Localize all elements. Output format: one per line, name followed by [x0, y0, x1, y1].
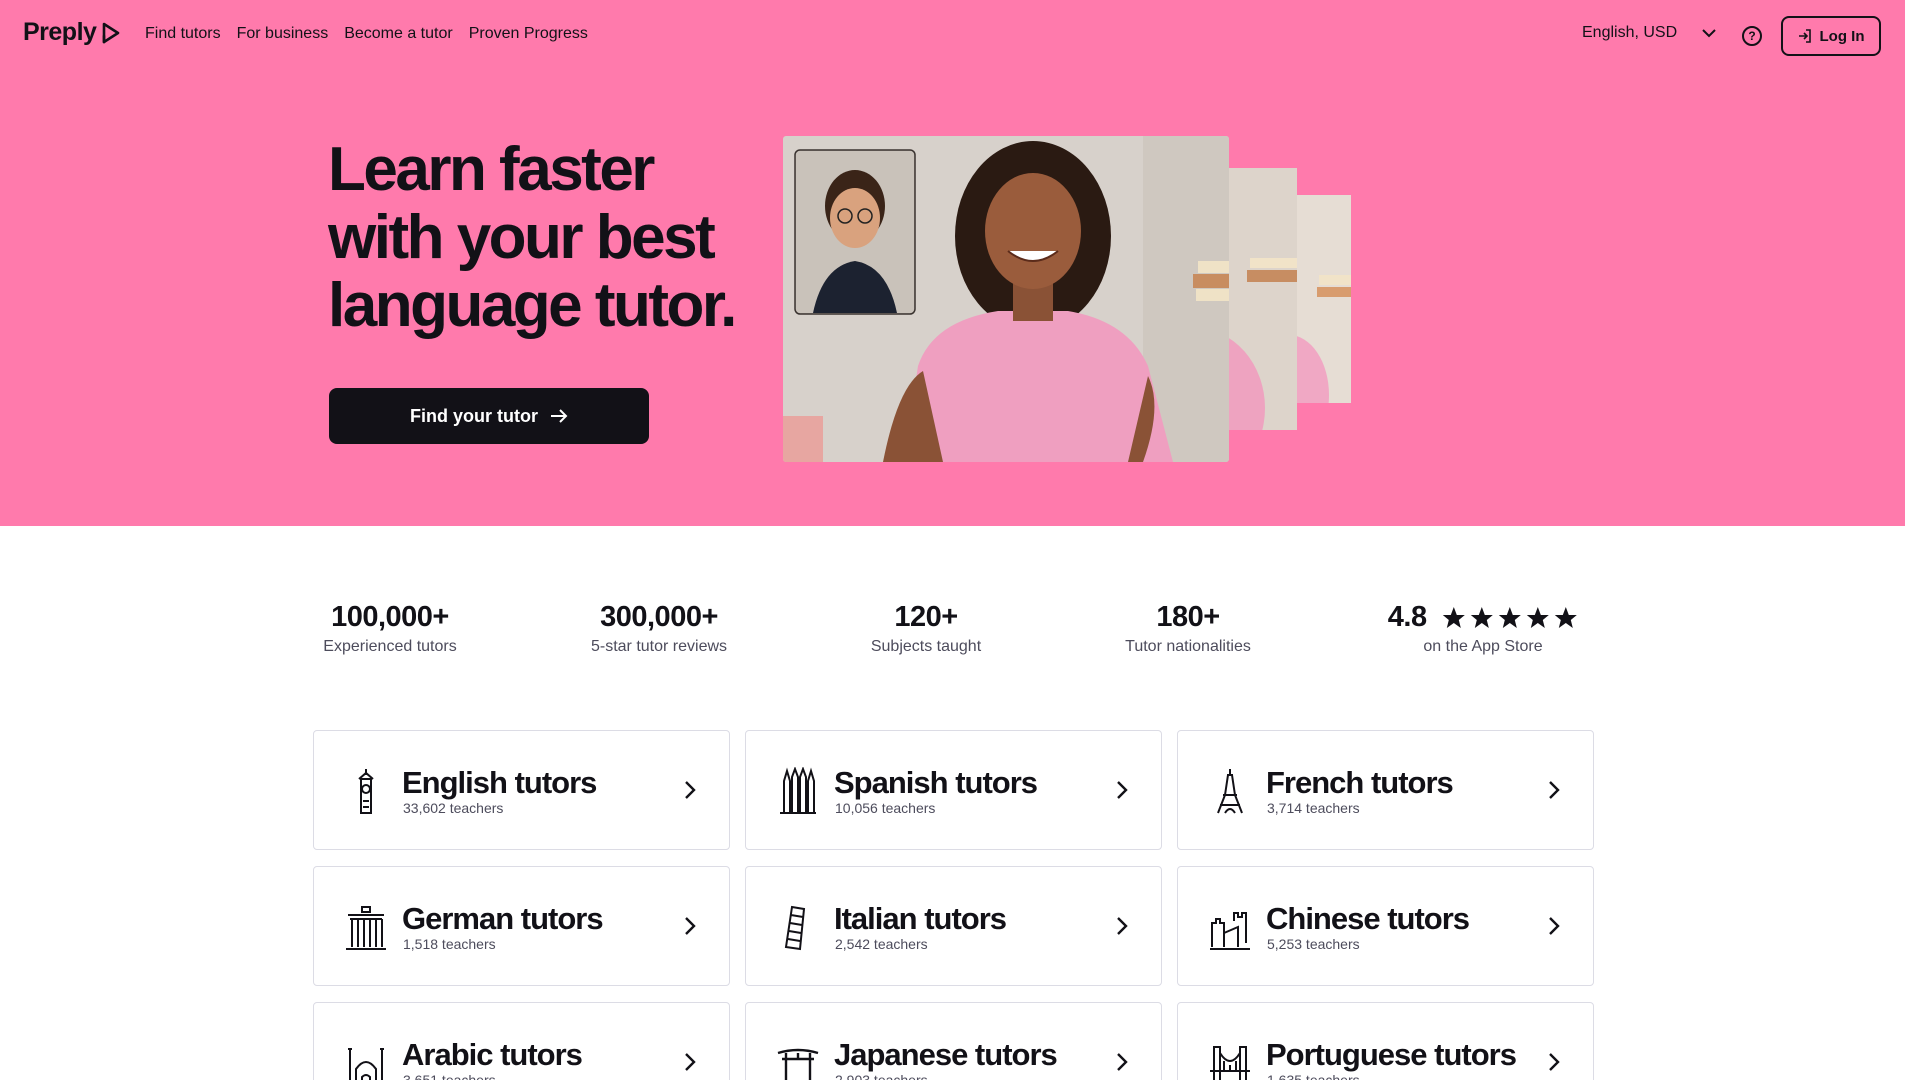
brandenburg-gate-icon [346, 906, 386, 950]
stat-label: Experienced tutors [323, 638, 457, 655]
find-your-tutor-button[interactable]: Find your tutor [329, 388, 649, 444]
card-count: 5,253 teachers [1267, 936, 1360, 952]
nav-find-tutors[interactable]: Find tutors [145, 25, 221, 43]
arrow-right-icon [550, 409, 568, 423]
login-label: Log In [1819, 27, 1865, 45]
chevron-right-icon [1549, 781, 1560, 799]
card-title: German tutors [402, 901, 604, 936]
cta-label: Find your tutor [410, 405, 538, 426]
hero-section: Preply Find tutors For business Become a… [0, 0, 1905, 526]
hero-headline: Learn faster with your best language tut… [328, 135, 737, 340]
star-icon [1527, 607, 1550, 629]
card-title: Arabic tutors [402, 1037, 583, 1072]
chevron-right-icon [685, 781, 696, 799]
card-count: 2,903 teachers [835, 1072, 928, 1080]
stat-label: Tutor nationalities [1125, 638, 1251, 655]
card-count: 1,635 teachers [1267, 1072, 1360, 1080]
stat-subjects: 120+ Subjects taught [871, 598, 981, 658]
stat-label: Subjects taught [870, 638, 982, 655]
card-english-tutors[interactable]: English tutors 33,602 teachers [313, 730, 730, 850]
stat-value: 300,000+ [600, 601, 718, 633]
stat-value: 100,000+ [331, 601, 449, 633]
big-ben-icon [358, 769, 374, 814]
top-nav: Preply Find tutors For business Become a… [0, 0, 1905, 72]
stat-value: 120+ [894, 601, 958, 633]
stat-reviews: 300,000+ 5-star tutor reviews [591, 598, 727, 658]
nav-proven-progress[interactable]: Proven Progress [469, 25, 588, 43]
card-japanese-tutors[interactable]: Japanese tutors 2,903 teachers [745, 1002, 1162, 1080]
great-wall-icon [1210, 912, 1250, 950]
rating-stars [1442, 606, 1578, 630]
star-icon [1555, 607, 1578, 629]
nav-for-business[interactable]: For business [237, 25, 329, 43]
card-count: 2,542 teachers [835, 936, 928, 952]
card-title: Chinese tutors [1266, 901, 1470, 936]
card-title: Italian tutors [834, 901, 1007, 936]
card-french-tutors[interactable]: French tutors 3,714 teachers [1177, 730, 1594, 850]
card-count: 10,056 teachers [835, 800, 936, 816]
card-title: French tutors [1266, 765, 1454, 800]
sagrada-familia-icon [780, 767, 816, 814]
eiffel-tower-icon [1217, 769, 1243, 814]
tutor-video-call-image [783, 136, 1229, 462]
login-button[interactable]: Log In [1781, 16, 1881, 56]
stat-tutors: 100,000+ Experienced tutors [323, 598, 456, 658]
login-arrow-icon [1798, 29, 1811, 43]
leaning-tower-icon [784, 905, 806, 951]
chevron-right-icon [685, 1053, 696, 1071]
mosque-icon [348, 1048, 384, 1080]
card-title: English tutors [402, 765, 597, 800]
card-spanish-tutors[interactable]: Spanish tutors 10,056 teachers [745, 730, 1162, 850]
chevron-down-icon [1702, 29, 1716, 38]
star-icon [1499, 607, 1522, 629]
chevron-right-icon [685, 917, 696, 935]
nav-links: Find tutors For business Become a tutor … [145, 25, 588, 43]
card-chinese-tutors[interactable]: Chinese tutors 5,253 teachers [1177, 866, 1594, 986]
star-icon [1443, 607, 1466, 629]
stat-label: on the App Store [1423, 638, 1543, 655]
nav-become-tutor[interactable]: Become a tutor [344, 25, 453, 43]
card-count: 33,602 teachers [403, 800, 504, 816]
chevron-right-icon [1117, 781, 1128, 799]
card-arabic-tutors[interactable]: Arabic tutors 3,651 teachers [313, 1002, 730, 1080]
stat-value: 180+ [1156, 601, 1220, 633]
bridge-icon [1210, 1046, 1250, 1080]
card-count: 3,651 teachers [403, 1072, 496, 1080]
card-count: 3,714 teachers [1267, 800, 1360, 816]
language-currency-selector[interactable]: English, USD [1582, 24, 1717, 42]
stat-label: 5-star tutor reviews [590, 638, 728, 655]
card-german-tutors[interactable]: German tutors 1,518 teachers [313, 866, 730, 986]
torii-gate-icon [777, 1048, 819, 1080]
card-title: Spanish tutors [834, 765, 1038, 800]
question-circle-icon[interactable]: ? [1742, 26, 1762, 46]
preply-logo[interactable]: Preply [23, 18, 121, 47]
card-italian-tutors[interactable]: Italian tutors 2,542 teachers [745, 866, 1162, 986]
logo-play-icon [103, 22, 120, 43]
stat-nationalities: 180+ Tutor nationalities [1125, 598, 1251, 658]
card-title: Japanese tutors [834, 1037, 1058, 1072]
chevron-right-icon [1549, 917, 1560, 935]
card-title: Portuguese tutors [1266, 1037, 1517, 1072]
rating-row: 4.8 [1388, 598, 1578, 636]
stat-value: 4.8 [1387, 601, 1427, 633]
chevron-right-icon [1117, 1053, 1128, 1071]
language-currency-label: English, USD [1582, 24, 1678, 41]
chevron-right-icon [1117, 917, 1128, 935]
star-icon [1471, 607, 1494, 629]
logo-wordmark: Preply [23, 18, 97, 46]
card-count: 1,518 teachers [403, 936, 496, 952]
chevron-right-icon [1549, 1053, 1560, 1071]
stat-app-rating: 4.8 on the App Store [1388, 598, 1578, 658]
card-portuguese-tutors[interactable]: Portuguese tutors 1,635 teachers [1177, 1002, 1594, 1080]
